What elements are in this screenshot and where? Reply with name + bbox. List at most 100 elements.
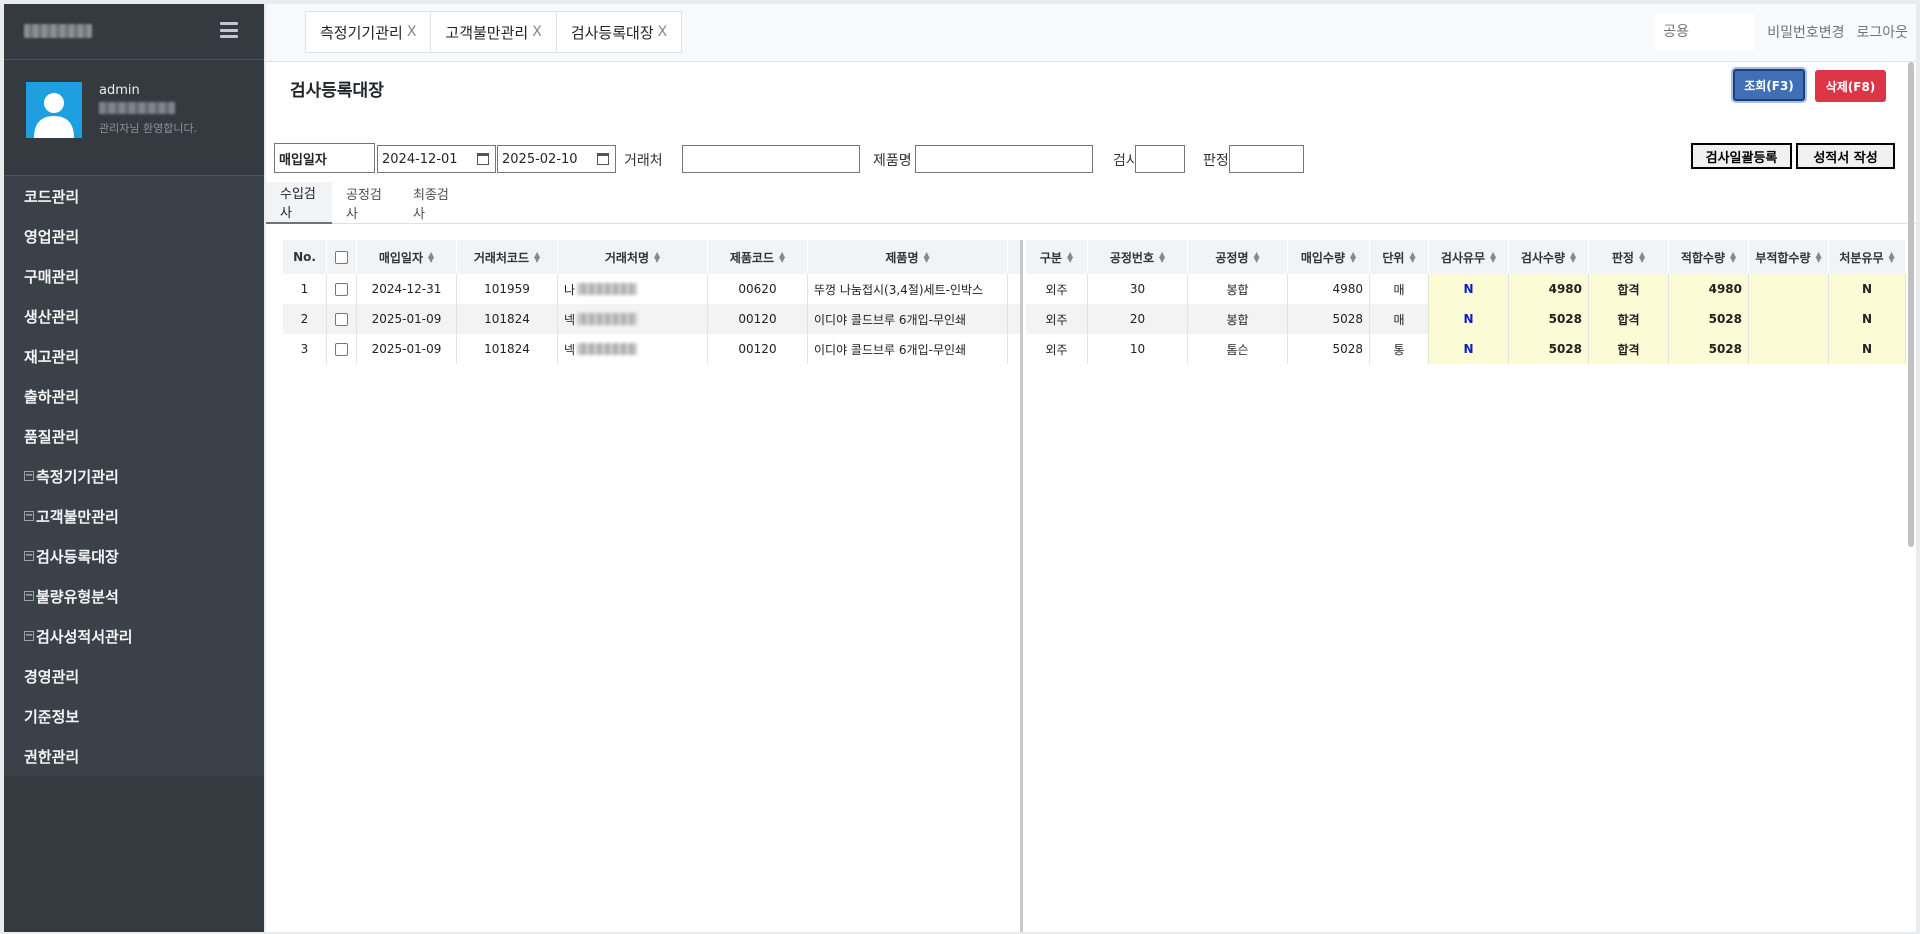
sort-icon[interactable]: ▲ ▼ [1490, 251, 1496, 264]
table-cell[interactable]: 톰슨 [1188, 334, 1288, 364]
table-cell[interactable]: 외주 [1026, 274, 1088, 304]
sidebar-item[interactable]: − 고객불만관리 [4, 496, 264, 536]
column-header[interactable]: 검사유무 ▲ ▼ [1429, 240, 1509, 274]
column-header[interactable] [327, 240, 357, 274]
sort-icon[interactable]: ▲ ▼ [1067, 251, 1073, 264]
table-cell[interactable]: 4980 [1509, 274, 1589, 304]
column-header[interactable]: 적합수량 ▲ ▼ [1669, 240, 1749, 274]
table-row[interactable]: 외주 20 봉합 5028 매 N 5028 합격 5028 N [1026, 304, 1906, 334]
column-header[interactable]: 판정 ▲ ▼ [1589, 240, 1669, 274]
public-input[interactable] [1655, 14, 1756, 50]
sort-icon[interactable]: ▲ ▼ [1570, 251, 1576, 264]
write-report-button[interactable]: 성적서 작성 [1796, 143, 1895, 169]
calendar-icon[interactable] [597, 153, 609, 165]
sidebar-item[interactable]: 재고관리 [4, 336, 264, 376]
table-row[interactable]: 3 2025-01-09 101824 넥 00120 이디야 콜드브루 6개입-무인쇄 [283, 334, 1020, 364]
column-header[interactable]: No. [283, 240, 327, 274]
sort-icon[interactable]: ▲ ▼ [654, 251, 660, 264]
table-row[interactable]: 2 2025-01-09 101824 넥 00120 이디야 콜드브루 6개입-무인쇄 [283, 304, 1020, 334]
sort-icon[interactable]: ▲ ▼ [1350, 251, 1356, 264]
sidebar-item[interactable]: 구매관리 [4, 256, 264, 296]
table-cell[interactable]: 5028 [1288, 334, 1370, 364]
customer-input[interactable] [682, 145, 860, 173]
sort-icon[interactable]: ▲ ▼ [923, 251, 929, 264]
column-header[interactable]: 거래처명 ▲ ▼ [558, 240, 708, 274]
sort-icon[interactable]: ▲ ▼ [534, 251, 540, 264]
column-header[interactable]: 검사수량 ▲ ▼ [1509, 240, 1589, 274]
table-cell[interactable]: 통 [1370, 334, 1429, 364]
table-cell[interactable]: 5028 [1288, 304, 1370, 334]
change-password-link[interactable]: 비밀번호변경 [1767, 22, 1844, 42]
date-type-select[interactable]: 매입일자 [274, 143, 375, 173]
logout-link[interactable]: 로그아웃 [1856, 22, 1908, 42]
sidebar-item[interactable]: − 검사성적서관리 [4, 616, 264, 656]
column-header[interactable]: 처분유무 ▲ ▼ [1829, 240, 1906, 274]
calendar-icon[interactable] [477, 153, 489, 165]
table-cell[interactable]: N [1429, 334, 1509, 364]
sidebar-item[interactable]: 코드관리 [4, 176, 264, 216]
brand-logo[interactable] [24, 24, 92, 38]
table-row[interactable]: 1 2024-12-31 101959 나 00620 뚜껑 나눔접시(3,4절)세트-인… [283, 274, 1020, 304]
column-header[interactable]: 제품코드 ▲ ▼ [708, 240, 808, 274]
table-cell[interactable]: 외주 [1026, 334, 1088, 364]
table-cell[interactable]: 매 [1370, 274, 1429, 304]
table-cell[interactable]: 5028 [1669, 334, 1749, 364]
subtab[interactable]: 공정검사 [332, 182, 399, 224]
column-header[interactable]: 매입수량 ▲ ▼ [1288, 240, 1370, 274]
column-header[interactable]: 거래처코드 ▲ ▼ [457, 240, 558, 274]
table-cell[interactable]: 5028 [1669, 304, 1749, 334]
table-cell[interactable]: N [1429, 304, 1509, 334]
table-cell[interactable]: 합격 [1589, 274, 1669, 304]
table-cell[interactable]: 합격 [1589, 334, 1669, 364]
sidebar-item[interactable]: 생산관리 [4, 296, 264, 336]
sort-icon[interactable]: ▲ ▼ [1816, 251, 1822, 264]
table-cell[interactable]: 합격 [1589, 304, 1669, 334]
table-cell[interactable] [1749, 334, 1829, 364]
row-checkbox[interactable] [335, 312, 348, 326]
subtab[interactable]: 수입검사 [266, 182, 332, 224]
sidebar-item[interactable]: 경영관리 [4, 656, 264, 696]
column-header[interactable]: 단위 ▲ ▼ [1370, 240, 1429, 274]
table-cell[interactable]: N [1829, 304, 1906, 334]
sidebar-item[interactable]: 품질관리 [4, 416, 264, 456]
tab-close-icon[interactable]: X [407, 24, 417, 40]
bulk-inspect-button[interactable]: 검사일괄등록 [1691, 143, 1792, 169]
table-cell[interactable]: 5028 [1509, 334, 1589, 364]
row-checkbox[interactable] [335, 342, 348, 356]
table-row[interactable]: 외주 30 봉합 4980 매 N 4980 합격 4980 N [1026, 274, 1906, 304]
table-cell[interactable]: 30 [1088, 274, 1188, 304]
sidebar-item[interactable]: − 불량유형분석 [4, 576, 264, 616]
page-tab[interactable]: 측정기기관리 X [305, 11, 432, 53]
page-tab[interactable]: 검사등록대장 X [555, 11, 683, 53]
column-header[interactable]: 공정명 ▲ ▼ [1188, 240, 1288, 274]
query-button[interactable]: 조회(F3) [1733, 69, 1805, 101]
verdict-input[interactable] [1229, 145, 1304, 173]
table-cell[interactable]: 20 [1088, 304, 1188, 334]
sort-icon[interactable]: ▲ ▼ [1730, 251, 1736, 264]
column-header[interactable]: 제품명 ▲ ▼ [808, 240, 1008, 274]
column-header[interactable]: 부적합수량 ▲ ▼ [1749, 240, 1829, 274]
tab-close-icon[interactable]: X [658, 24, 668, 40]
table-cell[interactable]: 봉합 [1188, 274, 1288, 304]
sort-icon[interactable]: ▲ ▼ [1159, 251, 1165, 264]
sort-icon[interactable]: ▲ ▼ [1409, 251, 1415, 264]
row-checkbox[interactable] [335, 282, 348, 296]
sort-icon[interactable]: ▲ ▼ [428, 251, 434, 264]
delete-button[interactable]: 삭제(F8) [1815, 70, 1886, 102]
inspect-input[interactable] [1135, 145, 1185, 173]
sidebar-item[interactable]: − 검사등록대장 [4, 536, 264, 576]
vertical-scrollbar[interactable] [1908, 62, 1914, 547]
sidebar-item[interactable]: 기준정보 [4, 696, 264, 736]
sidebar-item[interactable]: 영업관리 [4, 216, 264, 256]
sort-icon[interactable]: ▲ ▼ [1253, 251, 1259, 264]
sort-icon[interactable]: ▲ ▼ [1889, 251, 1895, 264]
sort-icon[interactable]: ▲ ▼ [1639, 251, 1645, 264]
table-cell[interactable]: N [1429, 274, 1509, 304]
table-cell[interactable]: 매 [1370, 304, 1429, 334]
date-from-input[interactable]: 2024-12-01 [377, 145, 496, 173]
product-input[interactable] [915, 145, 1093, 173]
date-to-input[interactable]: 2025-02-10 [497, 145, 616, 173]
table-cell[interactable]: 10 [1088, 334, 1188, 364]
subtab[interactable]: 최종검사 [399, 182, 467, 224]
sort-icon[interactable]: ▲ ▼ [779, 251, 785, 264]
